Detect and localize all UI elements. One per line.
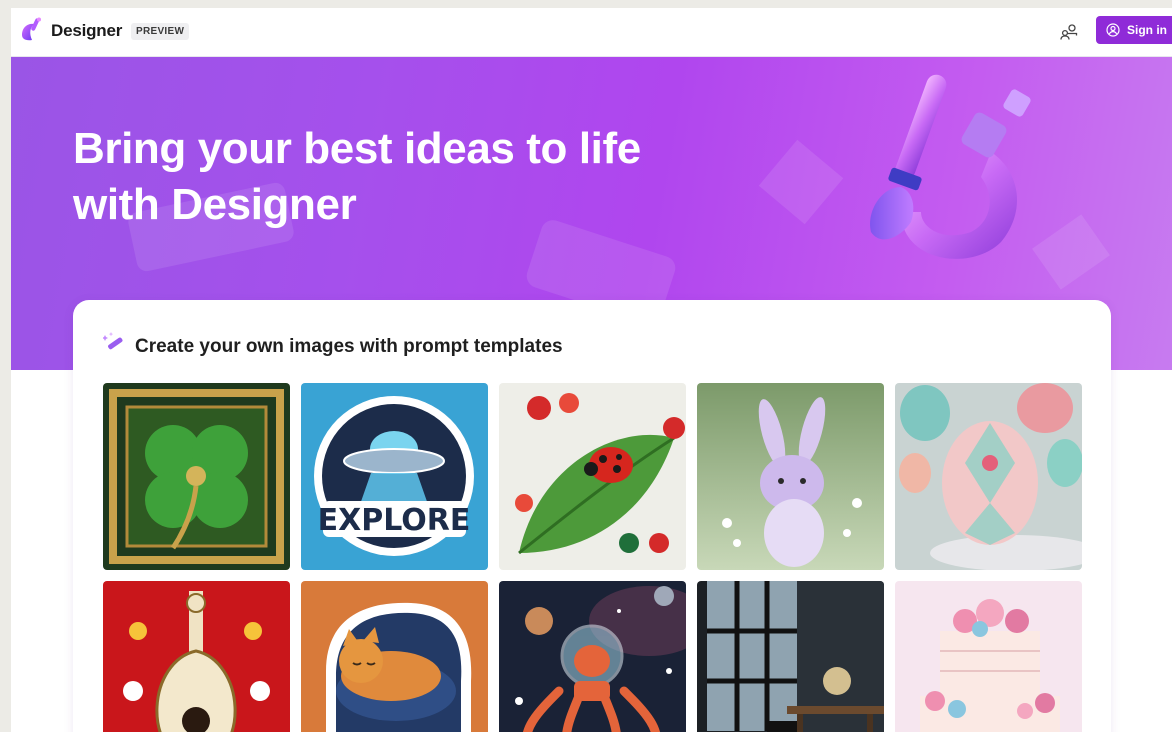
hero-title-line: Bring your best ideas to life (73, 124, 641, 173)
browser-window: Designer PREVIEW Sign in Bring your best… (11, 8, 1172, 732)
desk-window-image-icon (697, 581, 884, 732)
paintbrush-illustration-icon (870, 74, 1031, 259)
preview-badge: PREVIEW (131, 23, 190, 40)
user-circle-icon (1106, 23, 1120, 37)
template-tile-flower-cake[interactable] (895, 581, 1082, 732)
sleeping-cat-image-icon (301, 581, 488, 732)
template-tile-bunny[interactable] (697, 383, 884, 570)
template-tile-desk-window[interactable] (697, 581, 884, 732)
template-tile-sleeping-cat[interactable] (301, 581, 488, 732)
ufo-badge-image-icon: EXPLORE (301, 383, 488, 570)
sign-in-label: Sign in (1127, 23, 1167, 37)
space-octopus-image-icon (499, 581, 686, 732)
template-tile-easter-egg[interactable] (895, 383, 1082, 570)
template-tile-ladybug[interactable] (499, 383, 686, 570)
magic-wand-icon (103, 332, 123, 350)
template-grid: EXPLORE (103, 383, 1082, 732)
easter-egg-image-icon (895, 383, 1082, 570)
bunny-image-icon (697, 383, 884, 570)
templates-heading: Create your own images with prompt templ… (135, 336, 563, 357)
template-tile-explore[interactable]: EXPLORE (301, 383, 488, 570)
share-button[interactable] (1058, 21, 1080, 43)
sign-in-button[interactable]: Sign in (1096, 16, 1172, 44)
template-tile-folk-instrument[interactable] (103, 581, 290, 732)
hero-decor (758, 139, 844, 225)
flower-cake-image-icon (895, 581, 1082, 732)
designer-logo-icon[interactable] (16, 15, 46, 45)
prompt-templates-card: Create your own images with prompt templ… (73, 300, 1111, 732)
ladybug-leaf-image-icon (499, 383, 686, 570)
share-people-icon (1060, 24, 1078, 40)
explore-text: EXPLORE (318, 503, 471, 538)
hero-title-line: with Designer (73, 180, 357, 229)
brand-name: Designer (51, 21, 123, 40)
template-tile-clover[interactable] (103, 383, 290, 570)
clover-image-icon (103, 383, 290, 570)
top-bar: Designer PREVIEW Sign in (11, 8, 1172, 57)
folk-instrument-image-icon (103, 581, 290, 732)
hero-title: Bring your best ideas to life with Desig… (73, 121, 641, 233)
template-tile-space-octopus[interactable] (499, 581, 686, 732)
